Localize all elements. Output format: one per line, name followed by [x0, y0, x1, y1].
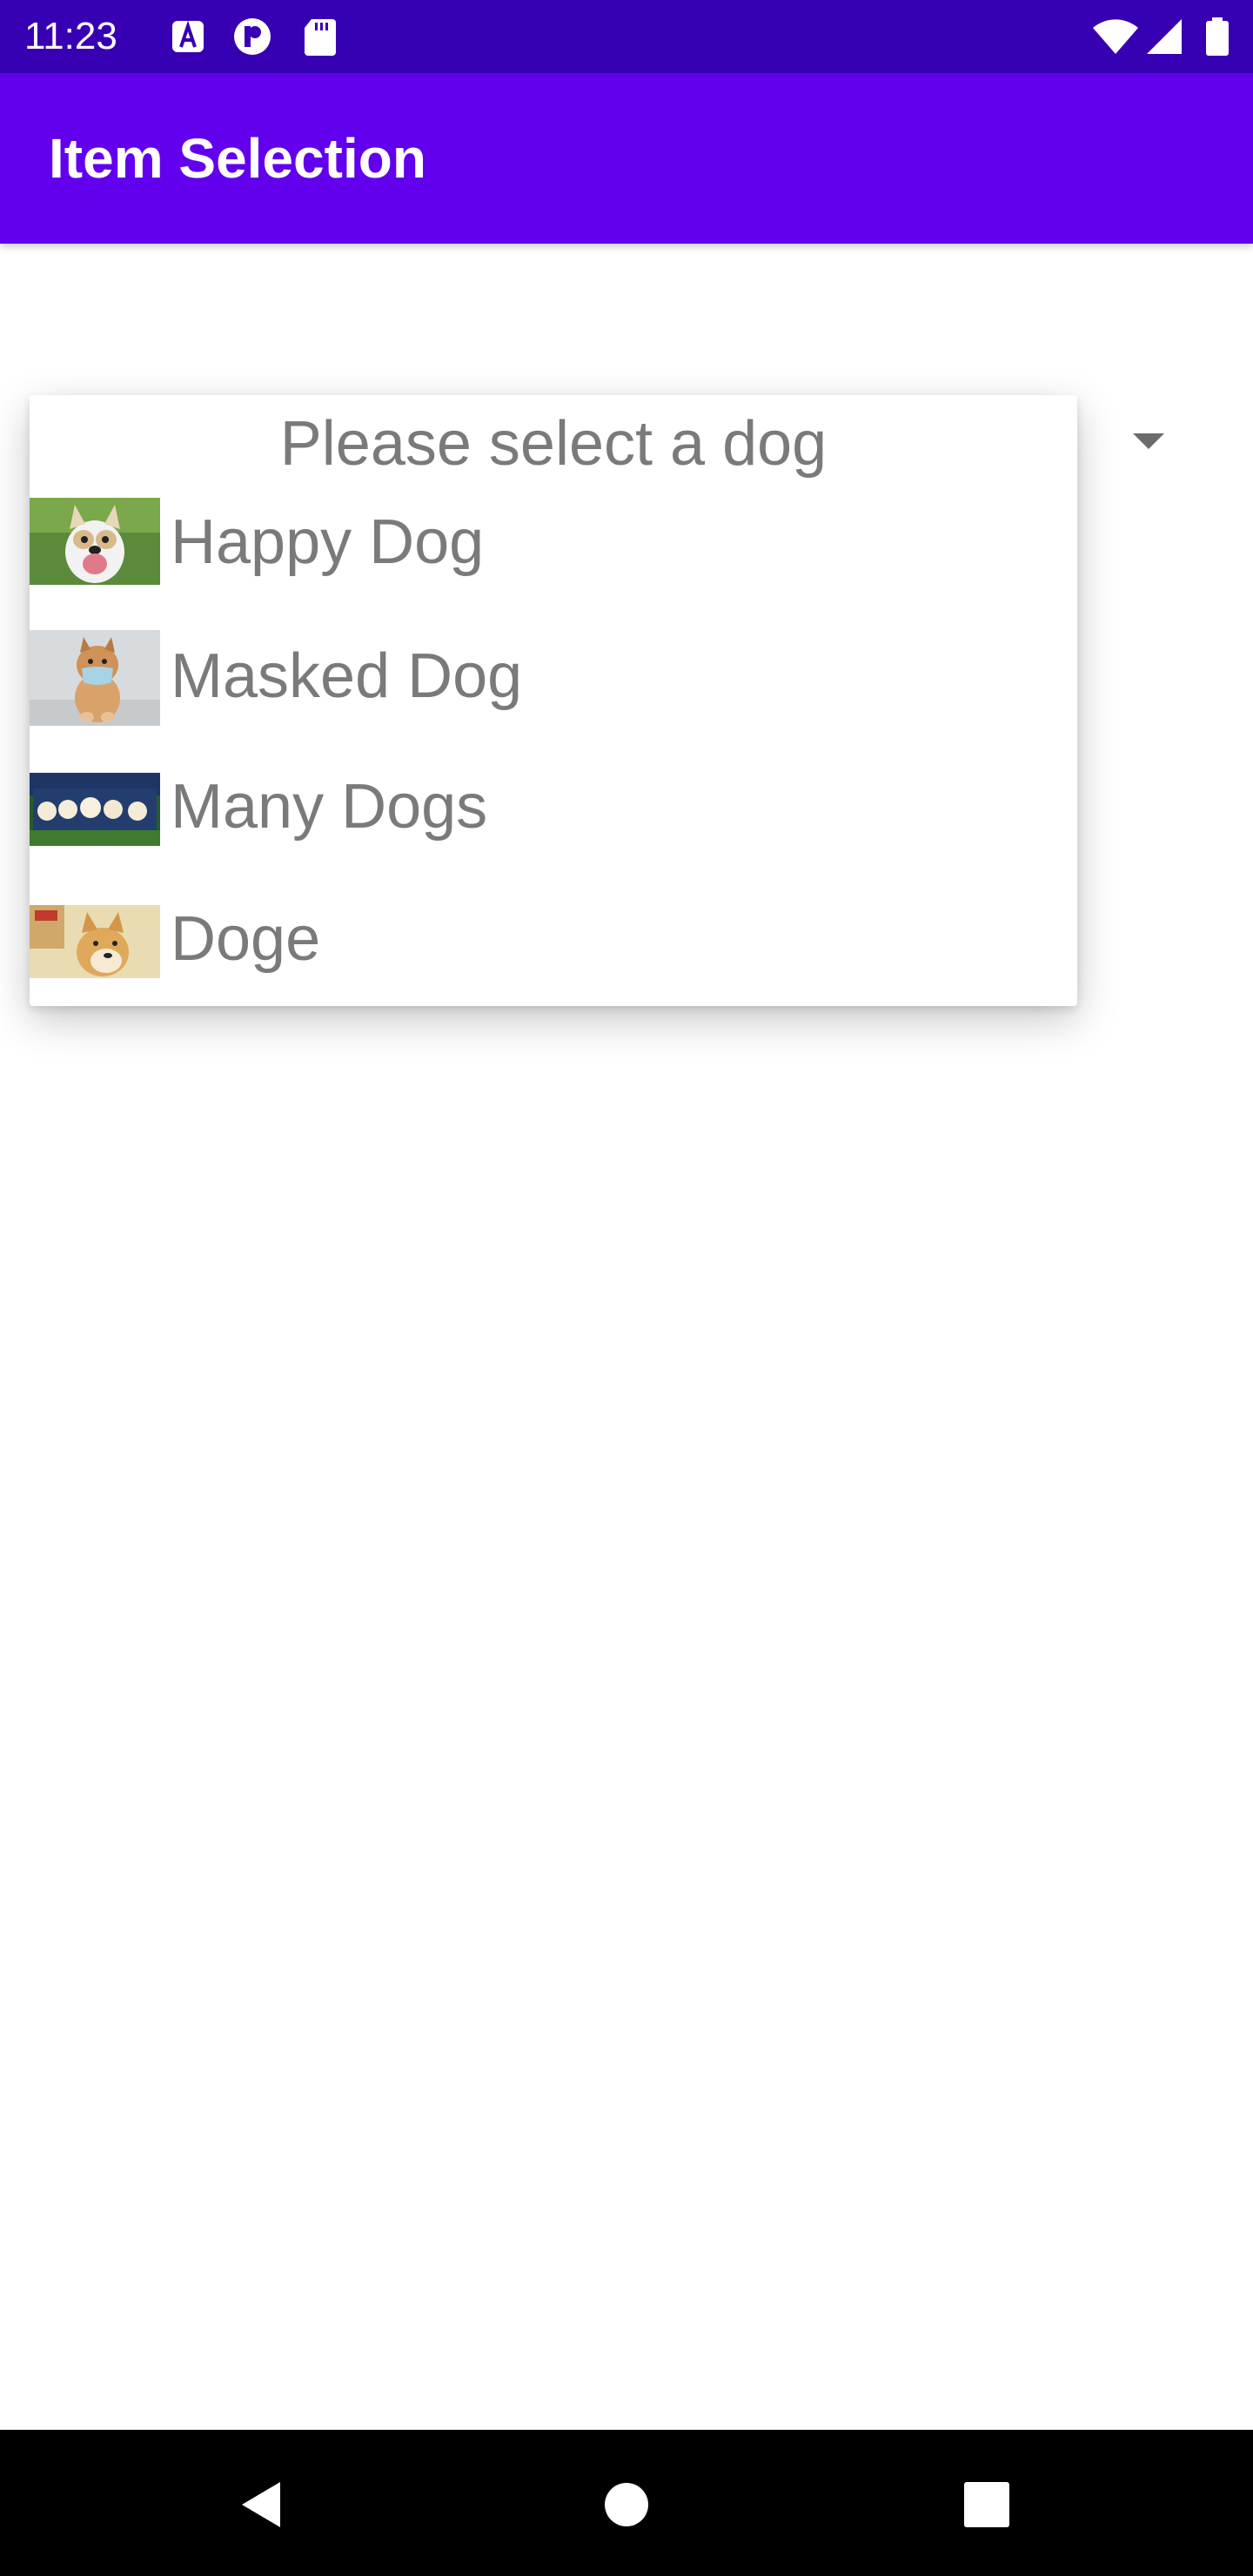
app-bar: Item Selection	[0, 73, 1253, 244]
dropdown-item-happy-dog[interactable]: Happy Dog	[30, 498, 1077, 628]
signal-icon	[1145, 17, 1183, 56]
doge-photo	[30, 905, 160, 978]
dropdown-item-masked-dog[interactable]: Masked Dog	[30, 630, 1077, 761]
many-dogs-photo	[30, 773, 160, 846]
status-time: 11:23	[24, 15, 117, 57]
dropdown-item-label: Many Dogs	[171, 772, 488, 842]
p-circle-icon	[231, 17, 273, 56]
navigation-bar	[0, 2430, 1253, 2576]
dropdown-prompt[interactable]: Please select a dog	[30, 402, 1077, 486]
dog-dropdown-menu: Please select a dog Happy Dog Masked Dog…	[30, 395, 1077, 1006]
page-title: Item Selection	[49, 127, 426, 190]
dropdown-item-doge[interactable]: Doge	[30, 904, 1077, 1036]
a-letter-icon	[171, 17, 205, 56]
happy-dog-photo	[30, 498, 160, 585]
home-icon[interactable]	[599, 2477, 654, 2532]
masked-dog-photo	[30, 630, 160, 726]
dropdown-item-label: Happy Dog	[171, 507, 485, 577]
dropdown-item-label: Masked Dog	[171, 641, 523, 711]
chevron-down-icon[interactable]	[1131, 432, 1166, 453]
wifi-icon	[1091, 17, 1140, 56]
battery-icon	[1204, 17, 1230, 56]
dropdown-item-many-dogs[interactable]: Many Dogs	[30, 772, 1077, 903]
status-bar: 11:23	[0, 0, 1253, 73]
sd-card-icon	[303, 17, 338, 56]
back-icon[interactable]	[235, 2477, 291, 2532]
recents-icon[interactable]	[959, 2477, 1015, 2532]
dropdown-item-label: Doge	[171, 904, 321, 974]
